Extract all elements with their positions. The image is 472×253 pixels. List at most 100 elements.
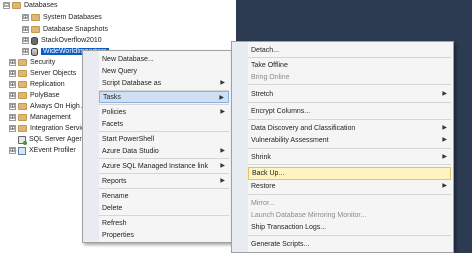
tree-node-label: Security: [30, 59, 56, 66]
tree-node-label: PolyBase: [30, 92, 60, 99]
database-icon: [31, 47, 38, 56]
menu-separator: [99, 131, 229, 132]
menu-item-tasks[interactable]: Tasks ▶: [99, 91, 229, 103]
tree-node-xevent-profiler[interactable]: ⊞ XEvent Profiler: [9, 145, 76, 156]
menu-separator: [248, 102, 451, 103]
expand-icon[interactable]: ⊞: [9, 70, 16, 77]
expand-icon[interactable]: ⊞: [22, 37, 29, 44]
menu-separator: [248, 164, 451, 165]
menu-separator: [248, 194, 451, 195]
tree-node-server-objects[interactable]: ⊞ Server Objects: [9, 68, 76, 79]
menu-item-generate-scripts[interactable]: Generate Scripts...: [248, 238, 451, 250]
tree-node-management[interactable]: ⊞ Management: [9, 112, 71, 123]
menu-gutter: [232, 42, 248, 252]
menu-item-vulnerability-assessment[interactable]: Vulnerability Assessment ▶: [248, 134, 451, 146]
menu-gutter: [83, 51, 99, 242]
menu-item-properties[interactable]: Properties: [99, 229, 229, 241]
folder-icon: [18, 70, 27, 77]
menu-item-data-discovery[interactable]: Data Discovery and Classification ▶: [248, 122, 451, 134]
tree-node-security[interactable]: ⊞ Security: [9, 57, 55, 68]
menu-item-script-database-as[interactable]: Script Database as ▶: [99, 77, 229, 89]
expand-icon[interactable]: ⊞: [22, 48, 29, 55]
menu-item-bring-online: Bring Online: [251, 73, 290, 81]
tree-node-label: Replication: [30, 81, 65, 88]
submenu-arrow-icon: ▶: [442, 136, 447, 143]
document-area-background: [236, 0, 472, 41]
submenu-arrow-icon: ▶: [442, 124, 447, 131]
database-icon: [31, 36, 38, 45]
menu-item-detach[interactable]: Detach...: [248, 44, 451, 56]
menu-item-ship-transaction-logs[interactable]: Ship Transaction Logs...: [248, 221, 451, 233]
sql-agent-icon: [18, 135, 27, 145]
tree-node-system-databases[interactable]: ⊞ System Databases: [22, 12, 102, 23]
expand-icon[interactable]: ⊞: [9, 81, 16, 88]
menu-separator: [99, 188, 229, 189]
menu-separator: [248, 235, 451, 236]
expand-icon[interactable]: ⊞: [9, 92, 16, 99]
submenu-arrow-icon: ▶: [220, 147, 225, 154]
menu-separator: [99, 104, 229, 105]
tree-node-database-snapshots[interactable]: ⊞ Database Snapshots: [22, 24, 108, 35]
tree-node-stackoverflow2010[interactable]: ⊞ StackOverflow2010: [22, 35, 102, 46]
folder-icon: [18, 103, 27, 110]
menu-item-policies[interactable]: Policies ▶: [99, 106, 229, 118]
submenu-arrow-icon: ▶: [442, 90, 447, 97]
tree-node-label: XEvent Profiler: [29, 147, 76, 154]
menu-item-azure-sql-mi-link[interactable]: Azure SQL Managed Instance link ▶: [99, 160, 229, 172]
expand-icon[interactable]: ⊞: [9, 59, 16, 66]
submenu-arrow-icon: ▶: [219, 94, 224, 101]
expand-icon[interactable]: ⊞: [22, 14, 29, 21]
tree-node-label: System Databases: [43, 14, 102, 21]
menu-item-restore[interactable]: Restore ▶: [248, 180, 451, 192]
tree-node-label: Management: [30, 114, 71, 121]
menu-separator: [248, 148, 451, 149]
menu-item-back-up[interactable]: Back Up...: [248, 167, 451, 180]
folder-icon: [18, 81, 27, 88]
tree-node-replication[interactable]: ⊞ Replication: [9, 79, 65, 90]
submenu-arrow-icon: ▶: [220, 79, 225, 86]
menu-item-shrink[interactable]: Shrink ▶: [248, 151, 451, 163]
menu-separator: [248, 84, 451, 85]
tree-node-polybase[interactable]: ⊞ PolyBase: [9, 90, 60, 101]
submenu-arrow-icon: ▶: [220, 162, 225, 169]
folder-icon: [31, 26, 40, 33]
folder-icon: [31, 14, 40, 21]
tree-node-label: Databases: [24, 2, 58, 9]
menu-item-mirror: Mirror...: [251, 199, 275, 207]
menu-item-refresh[interactable]: Refresh: [99, 217, 229, 229]
tree-node-label: StackOverflow2010: [41, 37, 102, 44]
tree-node-sql-server-agent[interactable]: SQL Server Agent: [18, 134, 85, 145]
submenu-arrow-icon: ▶: [220, 177, 225, 184]
menu-item-start-powershell[interactable]: Start PowerShell: [99, 133, 229, 145]
expand-icon[interactable]: ⊞: [22, 26, 29, 33]
expand-icon[interactable]: ⊞: [9, 125, 16, 132]
menu-item-azure-data-studio[interactable]: Azure Data Studio ▶: [99, 145, 229, 157]
menu-separator: [99, 158, 229, 159]
expand-icon[interactable]: ⊞: [9, 114, 16, 121]
document-area-background-edge: [454, 41, 472, 253]
tree-node-label: Database Snapshots: [43, 26, 108, 33]
expand-icon[interactable]: ⊞: [9, 103, 16, 110]
xevent-icon: [18, 146, 26, 155]
tree-node-databases[interactable]: ⊟ Databases: [3, 0, 57, 11]
submenu-arrow-icon: ▶: [442, 153, 447, 160]
menu-item-facets[interactable]: Facets: [99, 118, 229, 130]
menu-item-rename[interactable]: Rename: [99, 190, 229, 202]
folder-icon: [18, 92, 27, 99]
menu-separator: [248, 57, 451, 58]
menu-item-new-database[interactable]: New Database...: [99, 53, 229, 65]
menu-item-stretch[interactable]: Stretch ▶: [248, 88, 451, 100]
menu-separator: [99, 215, 229, 216]
tree-node-label: Server Objects: [30, 70, 77, 77]
menu-item-encrypt-columns[interactable]: Encrypt Columns...: [248, 105, 451, 117]
submenu-arrow-icon: ▶: [220, 108, 225, 115]
menu-item-take-offline[interactable]: Take Offline: [248, 59, 451, 71]
menu-item-reports[interactable]: Reports ▶: [99, 175, 229, 187]
expand-icon[interactable]: ⊞: [9, 147, 16, 154]
submenu-arrow-icon: ▶: [442, 182, 447, 189]
folder-icon: [18, 125, 27, 132]
menu-item-delete[interactable]: Delete: [99, 202, 229, 214]
collapse-icon[interactable]: ⊟: [3, 2, 10, 9]
folder-icon: [18, 59, 27, 66]
menu-item-new-query[interactable]: New Query: [99, 65, 229, 77]
